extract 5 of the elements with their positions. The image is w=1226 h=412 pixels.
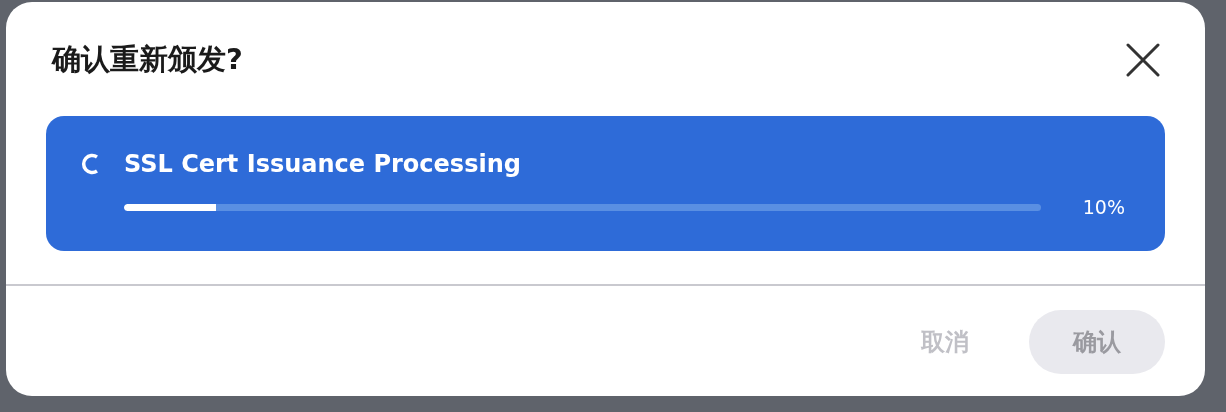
dialog-title: 确认重新颁发? [52, 41, 243, 78]
close-icon [1126, 43, 1160, 77]
progress-percent: 10% [1082, 196, 1125, 218]
task-label: SSL Cert Issuance Processing [124, 150, 522, 178]
close-button[interactable] [1125, 42, 1161, 78]
